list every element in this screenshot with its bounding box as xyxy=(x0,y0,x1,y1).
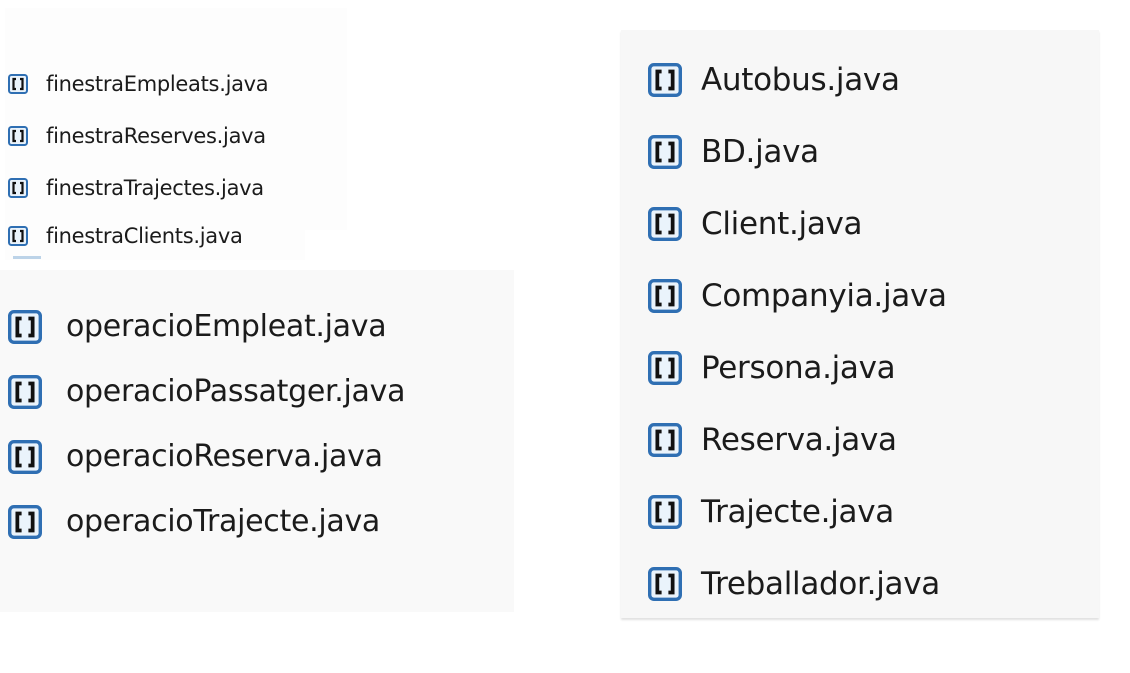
file-item-Treballador[interactable]: Treballador.java xyxy=(648,548,947,620)
java-file-icon xyxy=(8,126,36,146)
file-item-operacioPassatger[interactable]: operacioPassatger.java xyxy=(8,359,405,424)
java-file-icon xyxy=(648,351,688,385)
java-file-icon xyxy=(648,423,688,457)
file-name: Persona.java xyxy=(701,350,896,386)
file-name: Trajecte.java xyxy=(701,494,894,530)
file-name: Companyia.java xyxy=(701,278,947,314)
file-item-finestraEmpleats[interactable]: finestraEmpleats.java xyxy=(8,58,269,110)
java-file-icon xyxy=(8,374,52,409)
file-name: Reserva.java xyxy=(701,422,897,458)
file-name: Autobus.java xyxy=(701,62,900,98)
file-item-Companyia[interactable]: Companyia.java xyxy=(648,260,947,332)
operacio-file-list: operacioEmpleat.java operacioPassatger.j… xyxy=(8,294,405,554)
file-name: finestraClients.java xyxy=(46,224,243,248)
file-item-operacioEmpleat[interactable]: operacioEmpleat.java xyxy=(8,294,405,359)
file-item-Trajecte[interactable]: Trajecte.java xyxy=(648,476,947,548)
file-name: BD.java xyxy=(701,134,819,170)
java-file-icon xyxy=(8,439,52,474)
file-item-Autobus[interactable]: Autobus.java xyxy=(648,44,947,116)
file-item-operacioTrajecte[interactable]: operacioTrajecte.java xyxy=(8,489,405,554)
java-file-icon xyxy=(8,74,36,94)
java-file-icon xyxy=(648,207,688,241)
java-file-icon xyxy=(648,63,688,97)
file-name: Client.java xyxy=(701,206,863,242)
file-item-finestraClients[interactable]: finestraClients.java xyxy=(8,214,268,258)
file-item-BD[interactable]: BD.java xyxy=(648,116,947,188)
file-name: finestraReserves.java xyxy=(46,124,266,148)
file-item-finestraTrajectes[interactable]: finestraTrajectes.java xyxy=(8,162,268,214)
file-name: operacioPassatger.java xyxy=(66,374,406,409)
java-file-icon xyxy=(648,279,688,313)
java-file-icon xyxy=(648,495,688,529)
java-file-icon xyxy=(8,226,36,246)
java-file-icon xyxy=(8,309,52,344)
finestra-file-list: finestraEmpleats.java finestraReserves.j… xyxy=(8,58,269,258)
file-item-operacioReserva[interactable]: operacioReserva.java xyxy=(8,424,405,489)
file-item-Client[interactable]: Client.java xyxy=(648,188,947,260)
java-file-icon xyxy=(648,567,688,601)
java-file-icon xyxy=(648,135,688,169)
file-name: operacioReserva.java xyxy=(66,439,383,474)
file-item-Reserva[interactable]: Reserva.java xyxy=(648,404,947,476)
file-name: operacioEmpleat.java xyxy=(66,309,387,344)
file-name: finestraTrajectes.java xyxy=(46,176,264,200)
java-file-icon xyxy=(8,504,52,539)
file-item-Persona[interactable]: Persona.java xyxy=(648,332,947,404)
model-file-list: Autobus.java BD.java Client.java Company… xyxy=(648,44,947,620)
file-name: finestraEmpleats.java xyxy=(46,72,269,96)
java-file-icon xyxy=(8,178,36,198)
file-item-finestraReserves[interactable]: finestraReserves.java xyxy=(8,110,268,162)
file-name: operacioTrajecte.java xyxy=(66,504,380,539)
file-name: Treballador.java xyxy=(701,566,940,602)
